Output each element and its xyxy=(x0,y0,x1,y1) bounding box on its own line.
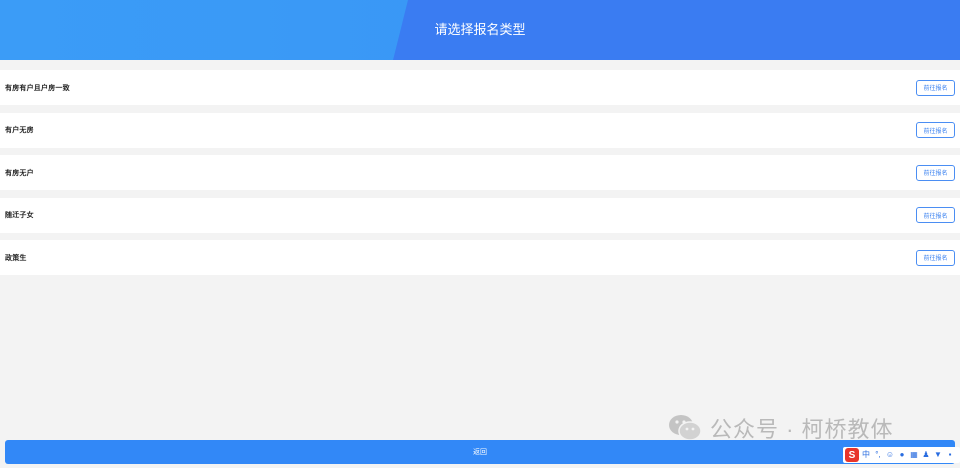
emoji-icon[interactable]: ☺ xyxy=(885,450,895,460)
option-label: 随迁子女 xyxy=(5,212,34,219)
option-label: 有房无户 xyxy=(5,169,34,177)
punctuation-icon[interactable]: °, xyxy=(873,450,883,460)
go-register-button[interactable]: 前往报名 xyxy=(916,249,955,266)
back-button[interactable]: 返回 xyxy=(5,440,955,464)
go-register-button[interactable]: 前往报名 xyxy=(916,79,955,96)
list-item: 有房有户且户房一致 前往报名 xyxy=(0,70,960,105)
go-register-button[interactable]: 前往报名 xyxy=(916,122,955,138)
ime-toolbar: S 中 °, ☺ ● ▦ ♟ ▼ ▪ xyxy=(843,447,960,463)
skin-icon[interactable]: ▼ xyxy=(933,450,943,460)
list-item: 有户无房 前往报名 xyxy=(0,112,960,148)
option-label: 有房有户且户房一致 xyxy=(5,84,70,92)
user-icon[interactable]: ♟ xyxy=(921,450,931,460)
list-item: 随迁子女 前往报名 xyxy=(0,197,960,233)
list-item: 有房无户 前往报名 xyxy=(0,155,960,190)
go-register-button[interactable]: 前往报名 xyxy=(916,207,955,223)
header-banner: 请选择报名类型 xyxy=(0,0,960,60)
grid-icon[interactable]: ▪ xyxy=(945,450,955,460)
mic-icon[interactable]: ● xyxy=(897,450,907,460)
registration-type-list: 有房有户且户房一致 前往报名 有户无房 前往报名 有房无户 前往报名 随迁子女 … xyxy=(0,70,960,283)
ime-logo-icon[interactable]: S xyxy=(845,448,859,462)
page: 请选择报名类型 有房有户且户房一致 前往报名 有户无房 前往报名 有房无户 前往… xyxy=(0,0,960,468)
list-item: 政策生 前往报名 xyxy=(0,240,960,275)
page-title: 请选择报名类型 xyxy=(434,22,526,37)
go-register-button[interactable]: 前往报名 xyxy=(916,164,955,181)
option-label: 有户无房 xyxy=(5,127,34,134)
ime-mode-toggle[interactable]: 中 xyxy=(861,450,871,460)
option-label: 政策生 xyxy=(5,254,27,262)
keyboard-icon[interactable]: ▦ xyxy=(909,450,919,460)
wechat-icon xyxy=(668,414,702,442)
